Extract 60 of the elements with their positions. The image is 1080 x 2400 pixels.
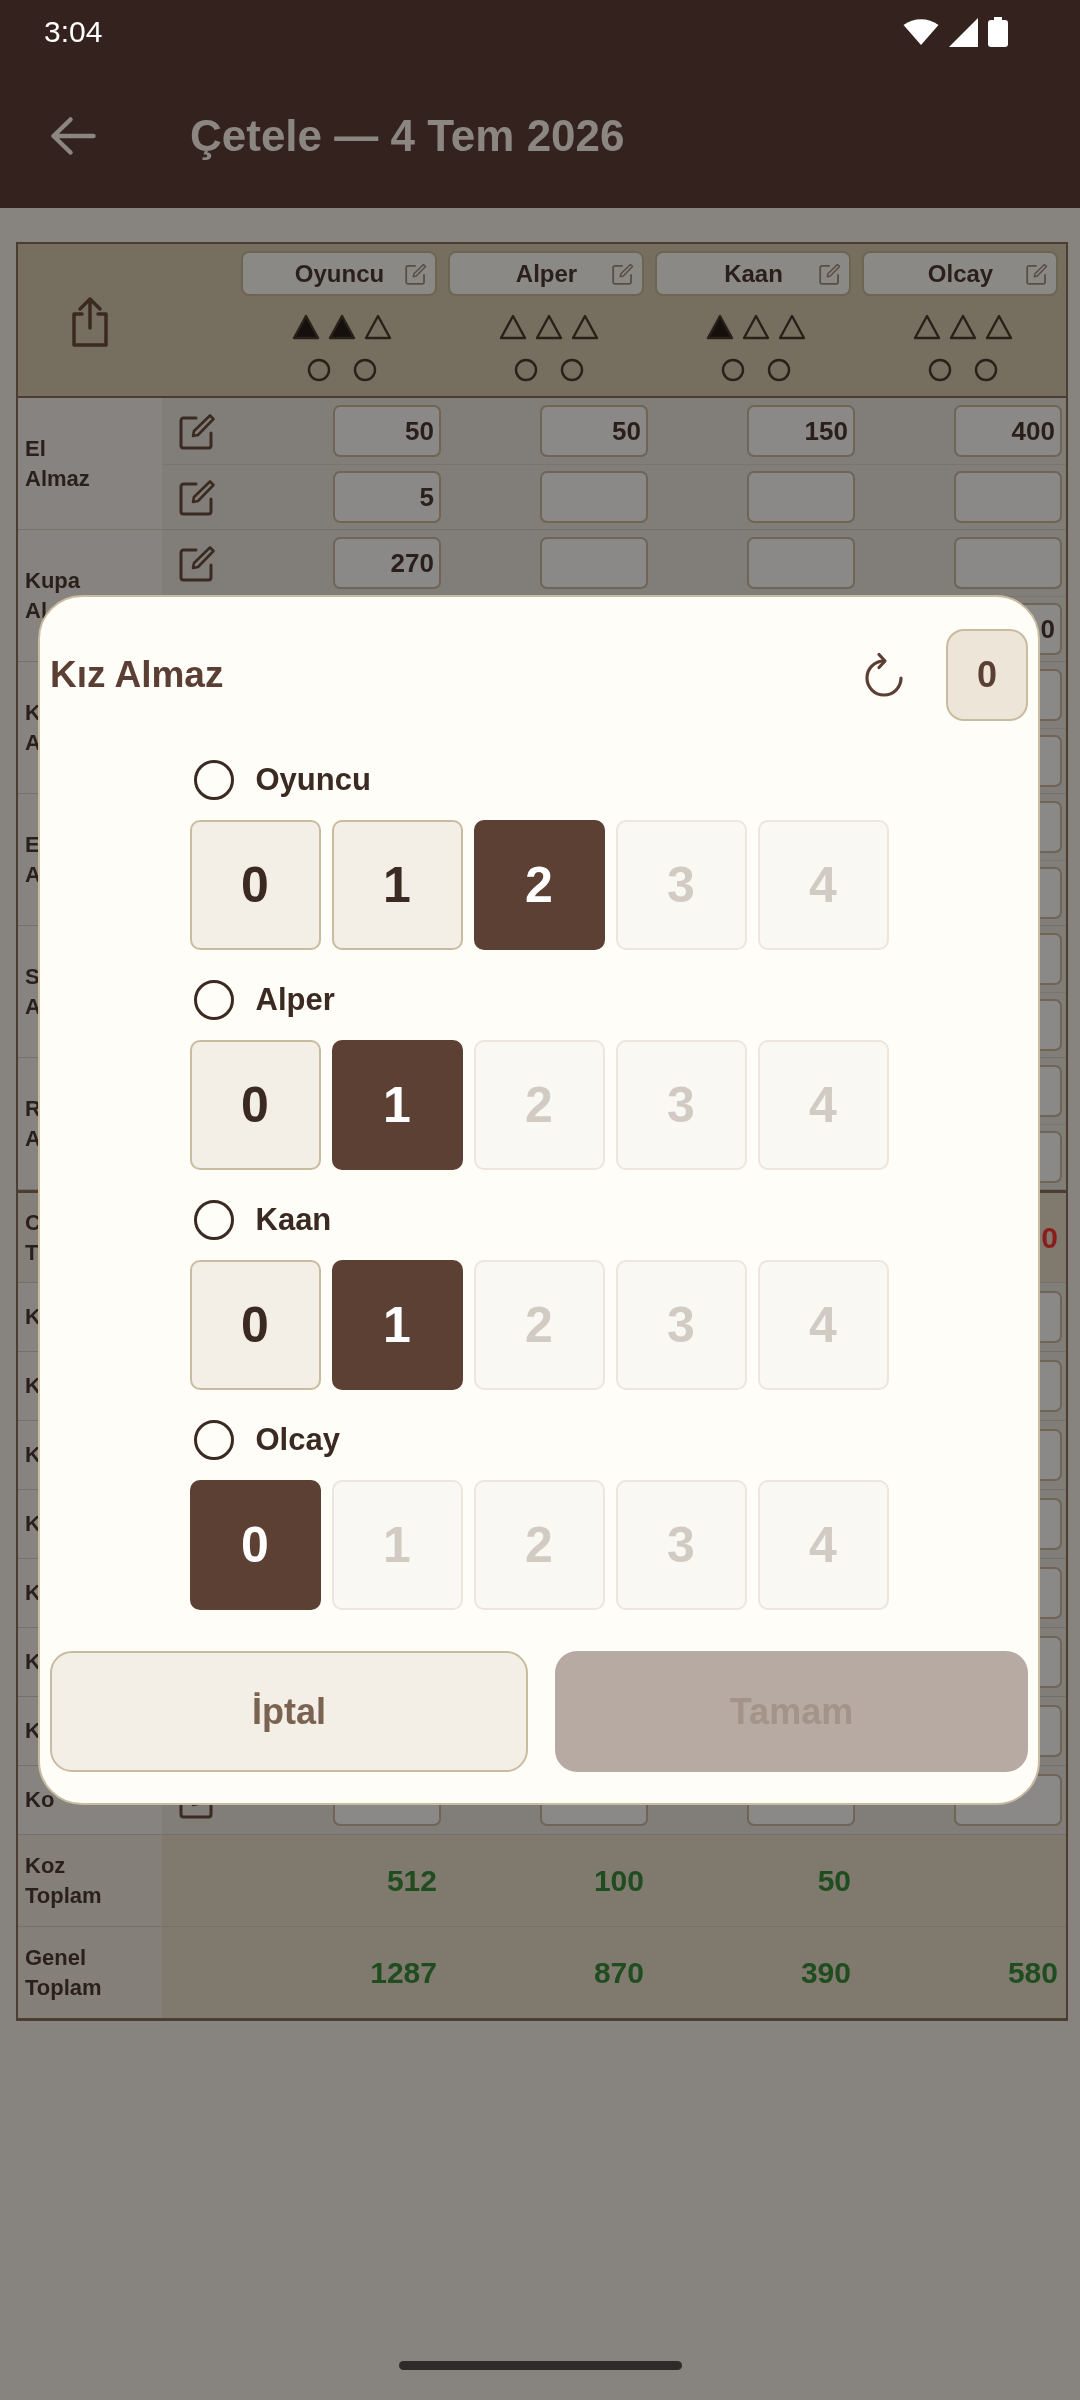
- player-name-button[interactable]: Kaan: [654, 251, 851, 296]
- row-label: Koz Toplam: [18, 1835, 162, 1926]
- wifi-icon: [903, 19, 939, 45]
- radio-button[interactable]: [193, 1200, 234, 1240]
- edit-icon[interactable]: [404, 262, 427, 285]
- score-option-button[interactable]: 0: [189, 1040, 321, 1170]
- score-field[interactable]: [540, 471, 648, 523]
- screen-title: Çetele — 4 Tem 2026: [190, 111, 625, 161]
- score-field[interactable]: 50: [333, 405, 441, 457]
- radio-button[interactable]: [193, 1420, 234, 1460]
- row-label: El Almaz: [18, 398, 162, 529]
- score-field[interactable]: [954, 471, 1062, 523]
- player-name-button[interactable]: Alper: [447, 251, 644, 296]
- total-value: 512: [386, 1863, 437, 1898]
- radio-button[interactable]: [193, 980, 234, 1020]
- score-field[interactable]: 50: [540, 405, 648, 457]
- score-field[interactable]: [747, 471, 855, 523]
- player-name-button[interactable]: Olcay: [861, 251, 1058, 296]
- score-option-button[interactable]: 0: [189, 1260, 321, 1390]
- score-option-button[interactable]: 2: [473, 820, 605, 950]
- score-option-button[interactable]: 0: [189, 1480, 321, 1610]
- score-field[interactable]: [954, 537, 1062, 589]
- edit-icon[interactable]: [611, 262, 634, 285]
- score-field[interactable]: 400: [954, 405, 1062, 457]
- total-value: 580: [1007, 1955, 1058, 1990]
- score-field[interactable]: [540, 537, 648, 589]
- score-field[interactable]: 270: [333, 537, 441, 589]
- edit-icon[interactable]: [1025, 262, 1048, 285]
- score-option-button[interactable]: 1: [331, 1260, 463, 1390]
- total-value: 0: [1041, 1220, 1058, 1255]
- edit-icon[interactable]: [818, 262, 841, 285]
- back-icon[interactable]: [50, 116, 96, 156]
- player-name-button[interactable]: Oyuncu: [240, 251, 437, 296]
- edit-icon[interactable]: [179, 478, 216, 516]
- player-name: Kaan: [255, 1202, 332, 1238]
- signal-icon: [949, 17, 978, 47]
- total-value: 50: [817, 1863, 851, 1898]
- player-name: Alper: [255, 982, 335, 1018]
- refresh-icon[interactable]: [862, 652, 906, 698]
- total-value: 1287: [370, 1955, 437, 1990]
- score-option-button[interactable]: 0: [189, 820, 321, 950]
- radio-button[interactable]: [193, 760, 234, 800]
- battery-icon: [988, 17, 1008, 47]
- player-name: Olcay: [255, 1422, 340, 1458]
- score-field[interactable]: 5: [333, 471, 441, 523]
- status-time: 3:04: [44, 15, 103, 49]
- count-badge: 0: [946, 629, 1028, 721]
- edit-icon[interactable]: [179, 544, 216, 582]
- edit-icon[interactable]: [179, 412, 216, 450]
- score-option-button[interactable]: 1: [331, 1040, 463, 1170]
- row-label: Genel Toplam: [18, 1927, 162, 2018]
- score-field[interactable]: 150: [747, 405, 855, 457]
- total-value: 390: [800, 1955, 851, 1990]
- total-value: 870: [593, 1955, 644, 1990]
- cancel-button[interactable]: İptal: [50, 1651, 528, 1772]
- player-name: Oyuncu: [255, 762, 371, 798]
- share-icon[interactable]: [70, 296, 110, 348]
- score-option-button[interactable]: 1: [331, 820, 463, 950]
- total-value: 100: [593, 1863, 644, 1898]
- score-field[interactable]: [747, 537, 855, 589]
